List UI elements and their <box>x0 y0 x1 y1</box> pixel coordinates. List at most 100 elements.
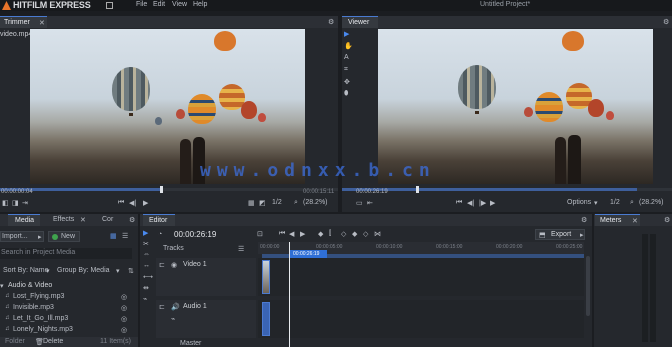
list-item[interactable]: ♫ Invisible.mp3 ◎ <box>0 303 132 313</box>
slice-tool-icon[interactable]: ✂ <box>143 240 149 248</box>
play-icon[interactable]: ▶ <box>490 199 495 207</box>
select-tool-icon[interactable]: ▶ <box>143 229 148 237</box>
new-folder-button[interactable]: Folder <box>5 338 25 345</box>
viewer-options[interactable]: Options <box>567 199 591 206</box>
chevron-down-icon[interactable]: ▾ <box>594 199 598 207</box>
lock-icon[interactable]: ⊏ <box>159 303 165 311</box>
trimmer-gear-icon[interactable]: ⚙ <box>328 18 334 26</box>
add-marker-icon[interactable]: ◆ <box>318 230 323 238</box>
media-search-input[interactable]: Search in Project Media <box>0 248 132 259</box>
tab-meters[interactable]: Meters ✕ <box>595 214 640 226</box>
insert-icon[interactable]: ⇥ <box>22 199 28 207</box>
delete-button[interactable]: Delete <box>43 338 63 345</box>
video-clip[interactable] <box>262 260 270 294</box>
grid-view-icon[interactable]: ▦ <box>110 232 117 240</box>
transform-tool-icon[interactable]: ✥ <box>344 78 350 86</box>
tab-trimmer[interactable]: Trimmer ✕ <box>0 16 47 28</box>
close-icon[interactable]: ✕ <box>39 19 45 27</box>
speaker-icon[interactable]: 🔊 <box>171 303 180 311</box>
sort-by-select[interactable]: Sort By: Name <box>3 267 49 274</box>
video-track-lane[interactable] <box>258 258 584 296</box>
skip-start-icon[interactable]: ⏮ <box>279 230 285 238</box>
zoom-icon[interactable]: ⌕ <box>294 199 298 207</box>
list-item[interactable]: ♫ Let_It_Go_Ill.mp3 ◎ <box>0 314 132 324</box>
menu-edit[interactable]: Edit <box>153 1 165 8</box>
viewer-playhead[interactable] <box>416 186 419 193</box>
ripple-tool-icon[interactable]: ⟷ <box>143 273 153 281</box>
step-forward-icon[interactable]: |▶ <box>479 199 486 207</box>
timeline-vscroll[interactable] <box>586 256 590 316</box>
menu-file[interactable]: File <box>136 1 147 8</box>
audio-track-header: ⊏ 🔊 Audio 1 ⌁ <box>156 300 256 338</box>
slip-tool-icon[interactable]: ⇔ <box>143 251 150 258</box>
audio-fx-icon[interactable]: ⌁ <box>171 315 175 323</box>
keyframe-icon[interactable]: ◇ <box>363 230 368 238</box>
step-back-icon[interactable]: ◀| <box>129 199 136 207</box>
list-item[interactable]: ♫ Lost_Flying.mp3 ◎ <box>0 292 132 302</box>
select-tool-icon[interactable]: ▶ <box>344 30 349 38</box>
editor-gear-icon[interactable]: ⚙ <box>581 216 587 224</box>
split-icon[interactable]: ◩ <box>259 199 266 207</box>
slide-tool-icon[interactable]: ↔ <box>143 262 150 269</box>
list-view-icon[interactable]: ☰ <box>122 232 128 240</box>
tab-media[interactable]: Media <box>8 214 40 226</box>
chevron-down-icon[interactable]: ▾ <box>116 267 120 275</box>
audio-track-lane[interactable] <box>258 300 584 338</box>
mark-in-icon[interactable]: ◧ <box>2 199 9 207</box>
menu-help[interactable]: Help <box>193 1 207 8</box>
eye-icon[interactable]: ◉ <box>171 261 177 269</box>
audio-file-icon: ♫ <box>5 315 10 321</box>
skip-start-icon[interactable]: ⏮ <box>118 199 124 207</box>
chevron-down-icon[interactable]: ▾ <box>46 267 50 275</box>
trimmer-playhead[interactable] <box>160 186 163 193</box>
tracks-menu-icon[interactable]: ☰ <box>238 245 244 253</box>
trimmer-scrubber[interactable] <box>0 186 338 193</box>
sort-order-icon[interactable]: ⇅ <box>128 267 134 275</box>
tab-controls[interactable]: Cor <box>102 216 113 223</box>
roll-tool-icon[interactable]: ⇹ <box>143 284 149 292</box>
trimmer-zoom[interactable]: (28.2%) <box>303 199 328 206</box>
meters-gear-icon[interactable]: ⚙ <box>664 216 670 224</box>
crop-tool-icon[interactable]: ⌗ <box>344 66 348 74</box>
fullscreen-icon[interactable]: ▭ <box>356 199 363 207</box>
play-icon[interactable]: ▶ <box>300 230 305 238</box>
tab-viewer[interactable]: Viewer <box>342 16 378 28</box>
new-button[interactable]: New <box>48 231 80 242</box>
step-back-icon[interactable]: ◀ <box>289 230 294 238</box>
lock-icon[interactable]: ⊏ <box>159 261 165 269</box>
import-button[interactable]: Import... ▸ <box>0 231 44 242</box>
mark-out-icon[interactable]: ◨ <box>12 199 19 207</box>
pan-tool-icon[interactable]: ✋ <box>344 42 353 50</box>
tab-editor[interactable]: Editor <box>143 214 175 226</box>
play-icon[interactable]: ▶ <box>143 199 148 207</box>
keyframe-icon[interactable]: ◇ <box>341 230 346 238</box>
list-item[interactable]: ♫ Lonely_Nights.mp3 ◎ <box>0 325 132 335</box>
close-icon[interactable]: ✕ <box>632 217 638 225</box>
export-button[interactable]: ⬒ Export ▸ <box>535 229 585 240</box>
rate-tool-icon[interactable]: ⌁ <box>143 295 147 303</box>
split-icon[interactable]: ⫿ <box>329 230 331 238</box>
step-back-icon[interactable]: ◀| <box>467 199 474 207</box>
link-icon[interactable]: ⋈ <box>374 230 381 238</box>
audio-clip[interactable] <box>262 302 270 336</box>
folder-expand-icon[interactable]: ▾ <box>0 282 4 290</box>
viewer-scale[interactable]: 1/2 <box>610 199 620 206</box>
zoom-icon[interactable]: ⌕ <box>630 199 634 207</box>
viewer-zoom[interactable]: (28.2%) <box>639 199 664 206</box>
export-frame-icon[interactable]: ⇤ <box>367 199 373 207</box>
trimmer-scale[interactable]: 1/2 <box>272 199 282 206</box>
snap-icon[interactable]: ⊡ <box>257 230 263 238</box>
group-by-select[interactable]: Group By: Media <box>57 267 110 274</box>
menu-view[interactable]: View <box>172 1 187 8</box>
viewer-gear-icon[interactable]: ⚙ <box>663 18 669 26</box>
tab-effects[interactable]: Effects <box>53 216 74 223</box>
media-gear-icon[interactable]: ⚙ <box>129 216 135 224</box>
keyframe-icon[interactable]: ◆ <box>352 230 357 238</box>
playhead-line[interactable] <box>289 242 290 347</box>
toolbar-icon[interactable]: ▦ <box>248 199 255 207</box>
skip-start-icon[interactable]: ⏮ <box>456 199 462 207</box>
text-tool-icon[interactable]: A <box>344 54 349 61</box>
close-icon[interactable]: ✕ <box>80 216 86 224</box>
viewer-scrubber[interactable] <box>342 186 672 193</box>
mask-tool-icon[interactable]: ⬮ <box>344 90 348 98</box>
